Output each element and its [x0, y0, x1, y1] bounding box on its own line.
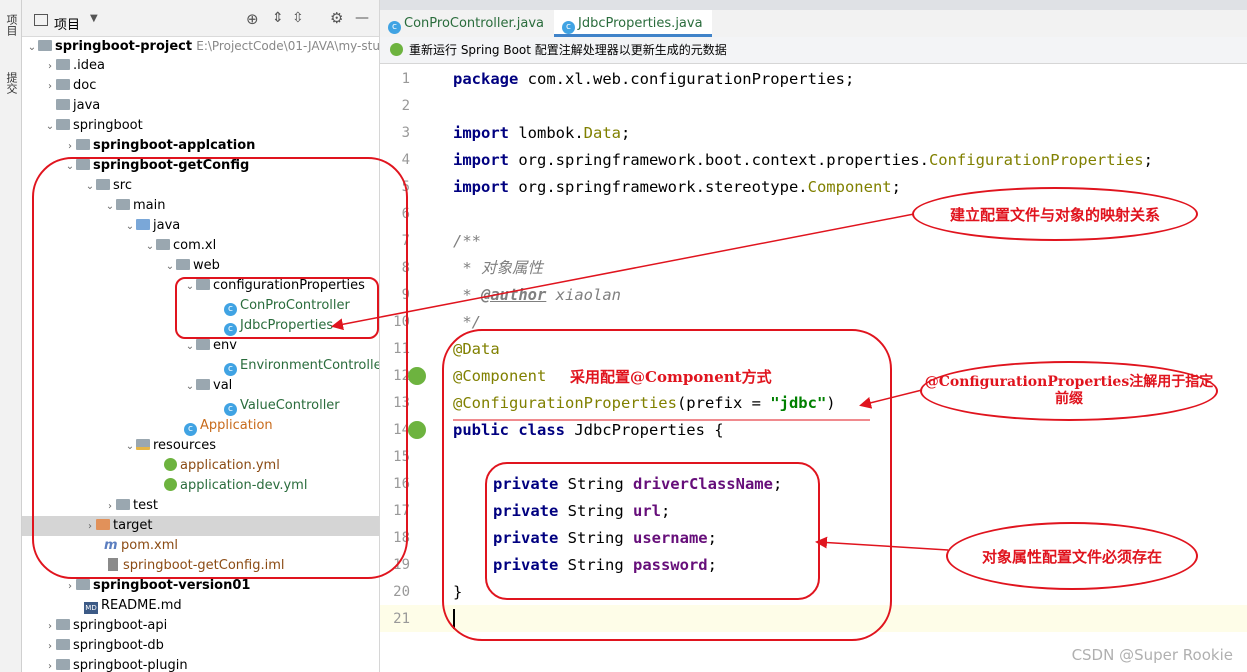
arrow-config-props	[859, 389, 923, 409]
annotation-arrows	[331, 213, 949, 551]
arrow-must-exist	[815, 536, 949, 551]
arrow-mapping	[331, 213, 915, 331]
watermark: CSDN @Super Rookie	[1071, 646, 1233, 664]
